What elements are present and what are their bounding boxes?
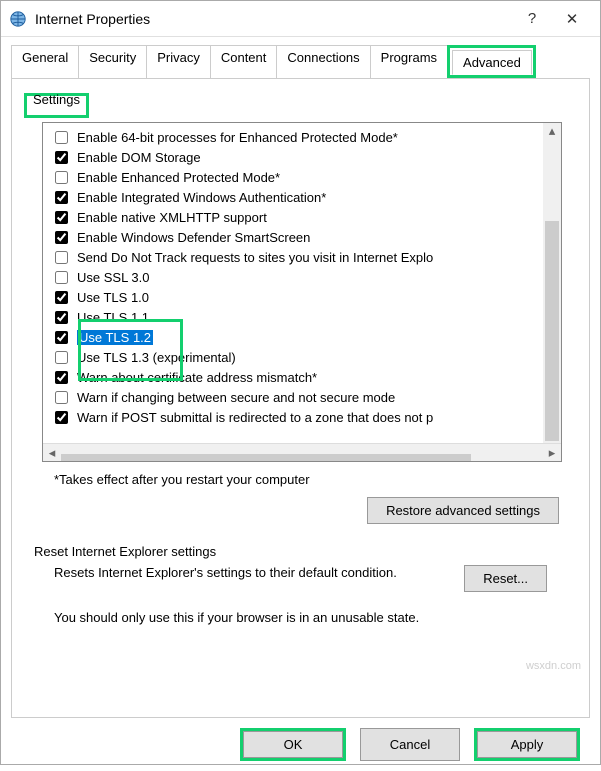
scroll-up-icon[interactable]: ▴ [543, 123, 561, 141]
setting-checkbox[interactable] [55, 331, 68, 344]
setting-checkbox[interactable] [55, 251, 68, 264]
apply-button[interactable]: Apply [477, 731, 577, 758]
reset-description: Resets Internet Explorer's settings to t… [54, 565, 434, 580]
setting-row[interactable]: Use TLS 1.0 [51, 287, 557, 307]
reset-warning: You should only use this if your browser… [54, 610, 547, 625]
restore-advanced-button[interactable]: Restore advanced settings [367, 497, 559, 524]
setting-checkbox[interactable] [55, 391, 68, 404]
setting-label: Send Do Not Track requests to sites you … [77, 250, 433, 265]
setting-label: Enable 64-bit processes for Enhanced Pro… [77, 130, 398, 145]
help-button[interactable]: ? [512, 5, 552, 33]
tab-content[interactable]: Content [210, 45, 278, 78]
setting-label: Enable Enhanced Protected Mode* [77, 170, 280, 185]
cancel-button[interactable]: Cancel [360, 728, 460, 761]
settings-group-label: Settings [27, 90, 86, 109]
tab-general[interactable]: General [11, 45, 79, 78]
setting-row[interactable]: Enable Enhanced Protected Mode* [51, 167, 557, 187]
tab-programs[interactable]: Programs [370, 45, 448, 78]
vertical-scroll-thumb[interactable] [545, 221, 559, 441]
setting-checkbox[interactable] [55, 291, 68, 304]
setting-label: Use SSL 3.0 [77, 270, 150, 285]
setting-checkbox[interactable] [55, 371, 68, 384]
setting-checkbox[interactable] [55, 191, 68, 204]
setting-row[interactable]: Enable Windows Defender SmartScreen [51, 227, 557, 247]
internet-icon [9, 10, 27, 28]
vertical-scrollbar[interactable]: ▴ ▾ [543, 123, 561, 443]
tab-security[interactable]: Security [78, 45, 147, 78]
setting-checkbox[interactable] [55, 131, 68, 144]
scroll-left-icon[interactable]: ◂ [43, 445, 61, 461]
setting-label: Warn if changing between secure and not … [77, 390, 395, 405]
horizontal-scroll-thumb[interactable] [61, 454, 471, 463]
reset-group-label: Reset Internet Explorer settings [34, 544, 577, 559]
settings-list-box: Enable 64-bit processes for Enhanced Pro… [42, 122, 562, 462]
close-button[interactable]: ✕ [552, 5, 592, 33]
setting-label: Enable native XMLHTTP support [77, 210, 267, 225]
setting-row[interactable]: Enable native XMLHTTP support [51, 207, 557, 227]
ok-button[interactable]: OK [243, 731, 343, 758]
setting-label: Use TLS 1.2 [77, 330, 153, 345]
setting-checkbox[interactable] [55, 351, 68, 364]
setting-label: Warn about certificate address mismatch* [77, 370, 317, 385]
setting-checkbox[interactable] [55, 211, 68, 224]
setting-checkbox[interactable] [55, 231, 68, 244]
tab-connections[interactable]: Connections [276, 45, 370, 78]
advanced-panel: Settings Enable 64-bit processes for Enh… [11, 78, 590, 718]
setting-label: Enable DOM Storage [77, 150, 201, 165]
setting-checkbox[interactable] [55, 171, 68, 184]
highlight-advanced-tab: Advanced [447, 45, 536, 78]
titlebar: Internet Properties ? ✕ [1, 1, 600, 37]
setting-row[interactable]: Use TLS 1.1 [51, 307, 557, 327]
tab-advanced[interactable]: Advanced [452, 50, 532, 75]
setting-row[interactable]: Warn about certificate address mismatch* [51, 367, 557, 387]
setting-row[interactable]: Use TLS 1.3 (experimental) [51, 347, 557, 367]
setting-row[interactable]: Enable DOM Storage [51, 147, 557, 167]
reset-button[interactable]: Reset... [464, 565, 547, 592]
highlight-ok: OK [240, 728, 346, 761]
setting-label: Warn if POST submittal is redirected to … [77, 410, 433, 425]
scroll-right-icon[interactable]: ▸ [543, 445, 561, 461]
setting-row[interactable]: Send Do Not Track requests to sites you … [51, 247, 557, 267]
watermark: wsxdn.com [526, 660, 581, 672]
setting-label: Enable Windows Defender SmartScreen [77, 230, 310, 245]
setting-checkbox[interactable] [55, 311, 68, 324]
highlight-settings-label: Settings [24, 93, 89, 118]
restart-note: *Takes effect after you restart your com… [54, 472, 577, 487]
horizontal-scrollbar[interactable]: ◂ ▸ [43, 443, 561, 461]
setting-checkbox[interactable] [55, 271, 68, 284]
setting-label: Enable Integrated Windows Authentication… [77, 190, 326, 205]
setting-label: Use TLS 1.1 [77, 310, 149, 325]
window-title: Internet Properties [35, 11, 512, 27]
setting-row[interactable]: Use TLS 1.2 [51, 327, 557, 347]
highlight-apply: Apply [474, 728, 580, 761]
tab-bar: General Security Privacy Content Connect… [1, 37, 600, 78]
tab-privacy[interactable]: Privacy [146, 45, 211, 78]
setting-row[interactable]: Warn if POST submittal is redirected to … [51, 407, 557, 427]
setting-checkbox[interactable] [55, 411, 68, 424]
setting-row[interactable]: Enable Integrated Windows Authentication… [51, 187, 557, 207]
setting-label: Use TLS 1.0 [77, 290, 149, 305]
setting-row[interactable]: Enable 64-bit processes for Enhanced Pro… [51, 127, 557, 147]
setting-label: Use TLS 1.3 (experimental) [77, 350, 236, 365]
setting-checkbox[interactable] [55, 151, 68, 164]
setting-row[interactable]: Warn if changing between secure and not … [51, 387, 557, 407]
setting-row[interactable]: Use SSL 3.0 [51, 267, 557, 287]
